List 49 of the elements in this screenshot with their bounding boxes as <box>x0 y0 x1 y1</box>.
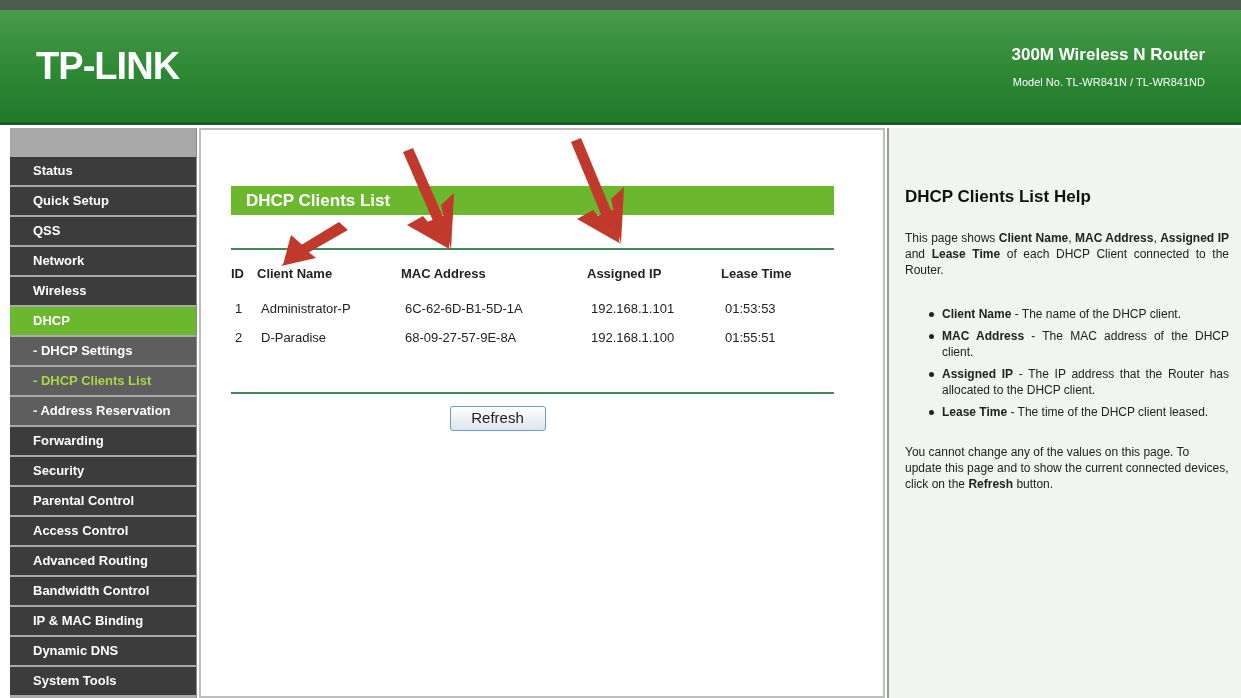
brand-logo: TP-LINK <box>36 43 180 89</box>
bullet-icon <box>929 371 934 377</box>
sidebar-item[interactable]: System Tools <box>10 667 196 695</box>
table-cell: 01:53:53 <box>725 300 776 316</box>
column-header: ID <box>231 266 244 281</box>
sidebar-item[interactable]: IP & MAC Binding <box>10 607 196 635</box>
help-list-item: Client Name - The name of the DHCP client. <box>942 305 1181 322</box>
product-name: 300M Wireless N Router <box>1011 44 1205 66</box>
sidebar-item[interactable]: Bandwidth Control <box>10 577 196 605</box>
bullet-icon <box>929 409 934 415</box>
table-cell: Administrator-P <box>261 300 351 316</box>
column-header: Assigned IP <box>587 266 662 281</box>
bullet-icon <box>929 311 934 317</box>
section-title-bar: DHCP Clients List <box>231 186 834 215</box>
sidebar-item[interactable]: Status <box>10 157 196 185</box>
sidebar-item[interactable]: - DHCP Clients List <box>10 367 196 395</box>
sidebar-item[interactable]: Wireless <box>10 277 196 305</box>
help-list-item: MAC Address - The MAC address of the DHCP client. <box>942 327 1229 360</box>
help-list-item: Lease Time - The time of the DHCP client leased. <box>942 403 1209 420</box>
table-cell: D-Paradise <box>261 330 327 345</box>
bullet-icon <box>929 333 934 339</box>
sidebar-item[interactable]: - Address Reservation <box>10 397 196 425</box>
table-cell: 192.168.1.100 <box>591 330 675 345</box>
help-title: DHCP Clients List Help <box>905 186 1092 208</box>
sidebar-item[interactable]: Parental Control <box>10 487 196 515</box>
table-cell: 1 <box>235 300 243 316</box>
sidebar-item[interactable]: Access Control <box>10 517 196 545</box>
sidebar-item[interactable]: Network <box>10 247 196 275</box>
sidebar-item[interactable]: Dynamic DNS <box>10 637 196 665</box>
model-number: Model No. TL-WR841N / TL-WR841ND <box>1012 74 1205 90</box>
refresh-button[interactable]: Refresh <box>449 405 546 431</box>
table-cell: 68-09-27-57-9E-8A <box>405 330 517 345</box>
sidebar-item[interactable]: Security <box>10 457 196 485</box>
column-header: MAC Address <box>401 266 486 281</box>
sidebar-item[interactable]: - DHCP Settings <box>10 337 196 365</box>
table-cell: 01:55:51 <box>725 330 776 345</box>
help-list-item: Assigned IP - The IP address that the Router has allocated to the DHCP client. <box>942 365 1229 398</box>
sidebar-item[interactable]: Forwarding <box>10 427 196 455</box>
sidebar-item[interactable]: QSS <box>10 217 196 245</box>
help-text: This page shows Client Name, MAC Address, Assigned IP and Lease Time of each DHCP Client connected to the Router. <box>905 229 1229 278</box>
column-header: Lease Time <box>721 266 792 281</box>
column-header: Client Name <box>257 266 333 281</box>
table-cell: 2 <box>235 330 243 345</box>
help-text: You cannot change any of the values on this page. To update this page and to show the current connected devices, click on the Refresh button. <box>905 443 1229 492</box>
sidebar-item[interactable]: Advanced Routing <box>10 547 196 575</box>
table-cell: 192.168.1.101 <box>591 300 675 316</box>
sidebar-item[interactable]: Quick Setup <box>10 187 196 215</box>
annotation-arrow <box>281 222 348 266</box>
table-cell: 6C-62-6D-B1-5D-1A <box>405 300 523 316</box>
